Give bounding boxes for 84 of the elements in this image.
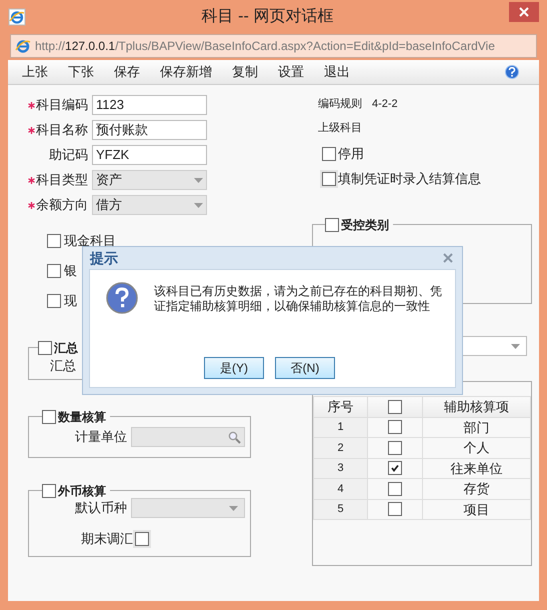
checkbox[interactable] [388, 400, 402, 414]
row-number: 5 [314, 499, 368, 520]
field-label: 科目编码 [36, 96, 88, 114]
checkbox[interactable] [38, 341, 52, 355]
checkbox[interactable] [388, 502, 402, 516]
browser-icon [15, 38, 31, 54]
select-field[interactable]: 借方 [92, 195, 207, 215]
select-field[interactable] [131, 498, 245, 518]
toolbar-button[interactable]: 退出 [318, 60, 356, 84]
dialog-button[interactable]: 是(Y) [204, 357, 264, 379]
text-field[interactable]: YFZK [92, 145, 207, 165]
table-cell: 往来单位 [422, 458, 530, 478]
option-label: 停用 [338, 145, 364, 164]
dialog-button[interactable]: 否(N) [275, 357, 335, 379]
field-label: 默认币种 [75, 499, 127, 518]
checkbox[interactable] [135, 532, 149, 546]
select-field[interactable]: 资产 [92, 170, 207, 190]
dropdown-arrow-icon [229, 506, 238, 510]
dropdown-arrow-icon [194, 202, 203, 208]
select-value: 资产 [96, 171, 122, 190]
table-cell: 项目 [422, 499, 530, 520]
group-title: 外币核算 [58, 483, 106, 500]
field-label: 科目类型 [36, 171, 88, 190]
text-field[interactable]: 1123 [92, 95, 207, 115]
toolbar-button[interactable]: 下张 [62, 60, 100, 84]
toolbar-button[interactable]: 设置 [272, 60, 310, 84]
table-cell: 存货 [422, 478, 530, 499]
option-label: 填制凭证时录入结算信息 [338, 170, 481, 188]
url-text: http://127.0.0.1/Tplus/BAPView/BaseInfoCard.aspx?Action=Edit&pId=baseInfoCardVie [35, 40, 495, 52]
row-number: 1 [314, 417, 368, 438]
checkbox[interactable] [388, 482, 402, 496]
toolbar-button[interactable]: 复制 [226, 60, 264, 84]
field-label: 助记码 [49, 146, 88, 164]
column-header: 辅助核算项 [422, 396, 530, 417]
field-label: 余额方向 [36, 196, 88, 214]
help-icon[interactable] [505, 65, 519, 79]
checkbox[interactable] [322, 172, 336, 186]
column-header: 序号 [314, 396, 368, 417]
window-title: 科目 -- 网页对话框 [200, 6, 334, 26]
checkbox[interactable] [42, 484, 56, 498]
info-label: 编码规则 [318, 96, 362, 112]
search-icon [228, 430, 241, 444]
page-icon [8, 8, 26, 26]
question-icon [106, 282, 138, 314]
field-label: 计量单位 [75, 428, 127, 446]
lookup-field[interactable] [131, 427, 245, 447]
check-icon [390, 463, 400, 474]
text-field[interactable]: 预付账款 [92, 120, 207, 140]
toolbar-button[interactable]: 保存 [108, 60, 146, 84]
checkbox[interactable] [388, 461, 402, 476]
table-cell: 部门 [422, 417, 530, 438]
option-label: 现金科目 [64, 232, 116, 250]
row-number: 3 [314, 458, 368, 478]
group-title: 受控类别 [341, 217, 389, 234]
select-value: 借方 [96, 196, 122, 214]
toolbar-button[interactable]: 保存新增 [154, 60, 218, 84]
checkbox[interactable] [325, 218, 339, 232]
checkbox[interactable] [388, 440, 402, 455]
dialog-message: 该科目已有历史数据，请为之前已存在的科目期初、凭证指定辅助核算明细，以确保辅助核算信息的一致性 [154, 284, 443, 314]
row-number: 4 [314, 478, 368, 499]
field-label: 期末调汇 [81, 530, 133, 548]
checkbox[interactable] [322, 147, 336, 161]
checkbox[interactable] [388, 420, 402, 434]
info-label: 上级科目 [318, 120, 362, 136]
toolbar-button[interactable]: 上张 [16, 60, 54, 84]
option-label: 银 [64, 262, 77, 280]
dropdown-arrow-icon [511, 344, 520, 348]
close-icon [519, 6, 529, 16]
dialog-title: 提示 [90, 248, 118, 268]
option-label: 现 [64, 292, 77, 310]
group-title: 汇总 [54, 340, 78, 357]
field-label: 科目名称 [36, 121, 88, 140]
group-title: 数量核算 [58, 409, 106, 426]
row-number: 2 [314, 438, 368, 458]
checkbox[interactable] [47, 234, 61, 248]
close-button[interactable] [509, 2, 539, 22]
checkbox[interactable] [47, 294, 61, 308]
dropdown-arrow-icon [194, 178, 203, 182]
table-cell: 个人 [422, 438, 530, 458]
checkbox[interactable] [47, 264, 61, 278]
address-bar[interactable]: http://127.0.0.1/Tplus/BAPView/BaseInfoCard.aspx?Action=Edit&pId=baseInfoCardVie [10, 34, 537, 58]
info-value: 4-2-2 [372, 96, 398, 112]
checkbox[interactable] [42, 410, 56, 424]
option-label: 汇总 [50, 357, 76, 375]
